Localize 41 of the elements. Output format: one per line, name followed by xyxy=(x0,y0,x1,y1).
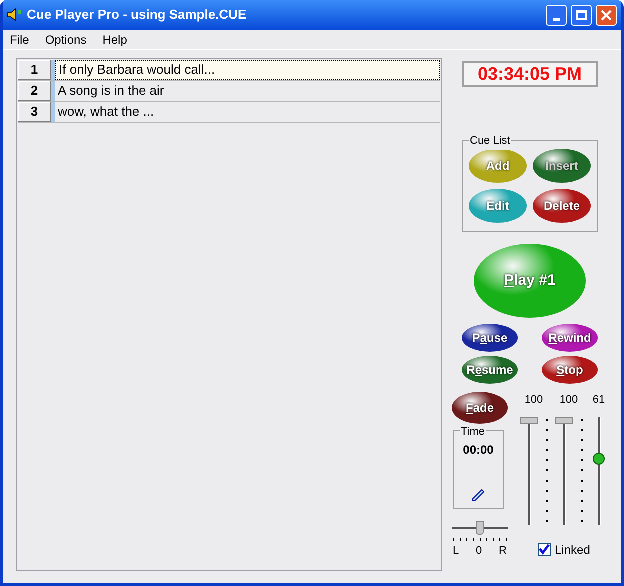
transport-button[interactable]: Pause xyxy=(462,324,518,352)
group-title: Cue List xyxy=(469,133,512,150)
slider-thumb[interactable] xyxy=(593,452,605,465)
window-title: Cue Player Pro - using Sample.CUE xyxy=(27,6,248,24)
transport-button[interactable]: Stop xyxy=(542,356,598,384)
close-icon xyxy=(601,10,612,20)
clock-display: 03:34:05 PM xyxy=(462,61,598,87)
slider-thumb[interactable] xyxy=(476,521,484,535)
minimize-button[interactable] xyxy=(546,4,567,26)
cue-number-button[interactable]: 3 xyxy=(18,102,51,122)
transport-button[interactable]: Rewind xyxy=(542,324,598,352)
cue-title[interactable]: If only Barbara would call... xyxy=(55,60,440,80)
volume-reading: 100 xyxy=(524,393,544,408)
volume-reading: 100 xyxy=(560,393,578,408)
maximize-button[interactable] xyxy=(571,4,592,26)
cue-title[interactable]: A song is in the air xyxy=(55,81,440,101)
cue-number-button[interactable]: 2 xyxy=(18,81,51,101)
close-button[interactable] xyxy=(596,4,617,26)
pen-icon xyxy=(472,488,486,502)
menu-item[interactable]: Help xyxy=(102,30,128,48)
cue-title[interactable]: wow, what the ... xyxy=(55,102,440,122)
speaker-icon xyxy=(7,7,23,23)
menu-item[interactable]: Options xyxy=(45,30,87,48)
checkmark-icon xyxy=(539,544,550,555)
cue-list-button[interactable]: Delete xyxy=(533,189,591,223)
fade-button[interactable]: Fade xyxy=(452,392,508,424)
pan-slider[interactable] xyxy=(452,521,508,535)
linked-checkbox[interactable] xyxy=(538,543,551,556)
volume-slider[interactable] xyxy=(520,416,538,524)
transport-button[interactable]: Resume xyxy=(462,356,518,384)
pan-label: L xyxy=(453,544,460,559)
cue-number-button[interactable]: 1 xyxy=(18,60,51,80)
volume-reading: 61 xyxy=(592,393,606,408)
time-value: 00:00 xyxy=(463,442,494,459)
volume-slider[interactable] xyxy=(555,416,573,524)
menu-item[interactable]: File xyxy=(10,30,30,48)
pan-label: R xyxy=(499,544,507,559)
slider-thumb[interactable] xyxy=(555,416,573,424)
pan-label: 0 xyxy=(476,544,482,559)
linked-label: Linked xyxy=(555,542,590,558)
slider-thumb[interactable] xyxy=(520,416,538,424)
